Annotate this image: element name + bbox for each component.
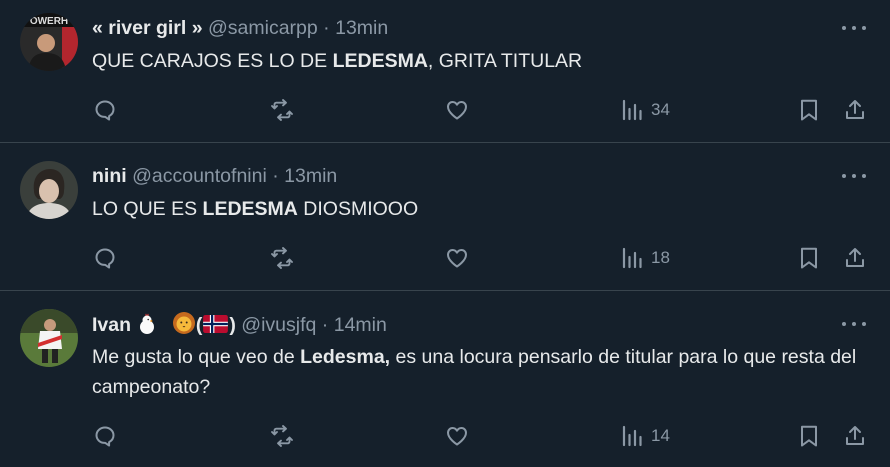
- user-handle[interactable]: @samicarpp: [208, 17, 318, 39]
- avatar-logo-text: OWERH: [30, 16, 68, 27]
- reply-button[interactable]: [93, 95, 117, 125]
- separator-dot: ·: [272, 165, 279, 187]
- retweet-button[interactable]: [270, 95, 294, 125]
- share-button[interactable]: [843, 243, 867, 273]
- reply-icon: [95, 426, 115, 447]
- views-count: 34: [651, 100, 670, 119]
- share-button[interactable]: [843, 95, 867, 125]
- tweet-actions: 18: [0, 243, 890, 273]
- share-icon: [846, 248, 864, 267]
- tweet-text: Me gusta lo que veo de Ledesma, es una l…: [92, 342, 872, 402]
- views-icon: [622, 425, 642, 447]
- reply-icon: [95, 248, 115, 269]
- user-handle[interactable]: @ivusjfq: [241, 314, 316, 336]
- more-icon[interactable]: [842, 20, 866, 36]
- tweet[interactable]: Ivan () @ivusjfq · 14min Me gusta lo que…: [0, 291, 890, 467]
- share-icon: [846, 100, 864, 119]
- views-button[interactable]: 14: [621, 421, 670, 451]
- retweet-icon: [271, 247, 293, 269]
- like-icon: [447, 427, 467, 446]
- norway-flag-icon: [202, 314, 229, 333]
- views-count: 14: [651, 426, 670, 445]
- tweet-text-bold: LEDESMA: [202, 198, 298, 220]
- timestamp[interactable]: 13min: [335, 17, 388, 39]
- like-icon: [447, 101, 467, 120]
- display-name[interactable]: nini: [92, 165, 127, 187]
- tweet-text-part: DIOSMIOOO: [297, 198, 419, 220]
- bookmark-button[interactable]: [797, 243, 821, 273]
- tweet-text-bold: Ledesma,: [300, 346, 391, 368]
- reply-button[interactable]: [93, 421, 117, 451]
- share-icon: [846, 426, 864, 445]
- timestamp[interactable]: 14min: [334, 314, 387, 336]
- tweet-header: Ivan () @ivusjfq · 14min: [92, 311, 387, 337]
- avatar[interactable]: [20, 161, 78, 219]
- like-button[interactable]: [445, 421, 469, 451]
- more-icon[interactable]: [842, 168, 866, 184]
- retweet-icon: [271, 425, 293, 447]
- more-icon[interactable]: [842, 316, 866, 332]
- bookmark-icon: [801, 425, 817, 447]
- tweet[interactable]: nini @accountofnini · 13min LO QUE ES LE…: [0, 143, 890, 291]
- retweet-button[interactable]: [270, 421, 294, 451]
- bookmark-icon: [801, 99, 817, 121]
- chicken-emoji-icon: [136, 313, 158, 342]
- user-handle[interactable]: @accountofnini: [132, 165, 267, 187]
- like-icon: [447, 249, 467, 268]
- avatar[interactable]: [20, 309, 78, 367]
- tweet-header: nini @accountofnini · 13min: [92, 163, 337, 189]
- avatar[interactable]: OWERH: [20, 13, 78, 71]
- tweet-text-part: QUE CARAJOS ES LO DE: [92, 50, 333, 72]
- views-button[interactable]: 34: [621, 95, 670, 125]
- tweet-feed: OWERH « river girl » @samicarpp · 13min …: [0, 0, 890, 467]
- retweet-button[interactable]: [270, 243, 294, 273]
- tweet-text-part: LO QUE ES: [92, 198, 203, 220]
- tweet-actions: 34: [0, 95, 890, 125]
- separator-dot: ·: [321, 314, 329, 336]
- views-count: 18: [651, 248, 670, 267]
- bookmark-button[interactable]: [797, 95, 821, 125]
- separator-dot: ·: [323, 17, 330, 39]
- like-button[interactable]: [445, 243, 469, 273]
- tweet-text-part: Me gusta lo que veo de: [92, 346, 301, 368]
- bookmark-button[interactable]: [797, 421, 821, 451]
- name-paren-close: ): [229, 314, 236, 336]
- reply-button[interactable]: [93, 243, 117, 273]
- display-name[interactable]: Ivan: [92, 314, 131, 336]
- lion-emoji-icon: [172, 311, 196, 342]
- share-button[interactable]: [843, 421, 867, 451]
- tweet-text: QUE CARAJOS ES LO DE LEDESMA, GRITA TITU…: [92, 46, 872, 76]
- bookmark-icon: [801, 247, 817, 269]
- like-button[interactable]: [445, 95, 469, 125]
- tweet-text: LO QUE ES LEDESMA DIOSMIOOO: [92, 194, 872, 224]
- display-name[interactable]: « river girl »: [92, 17, 203, 39]
- tweet-text-bold: LEDESMA: [332, 50, 428, 72]
- retweet-icon: [271, 99, 293, 121]
- views-button[interactable]: 18: [621, 243, 670, 273]
- views-icon: [622, 99, 642, 121]
- tweet[interactable]: OWERH « river girl » @samicarpp · 13min …: [0, 0, 890, 143]
- reply-icon: [95, 100, 115, 121]
- timestamp[interactable]: 13min: [284, 165, 337, 187]
- tweet-header: « river girl » @samicarpp · 13min: [92, 15, 388, 41]
- views-icon: [622, 247, 642, 269]
- tweet-actions: 14: [0, 421, 890, 451]
- tweet-text-part: , GRITA TITULAR: [427, 50, 583, 72]
